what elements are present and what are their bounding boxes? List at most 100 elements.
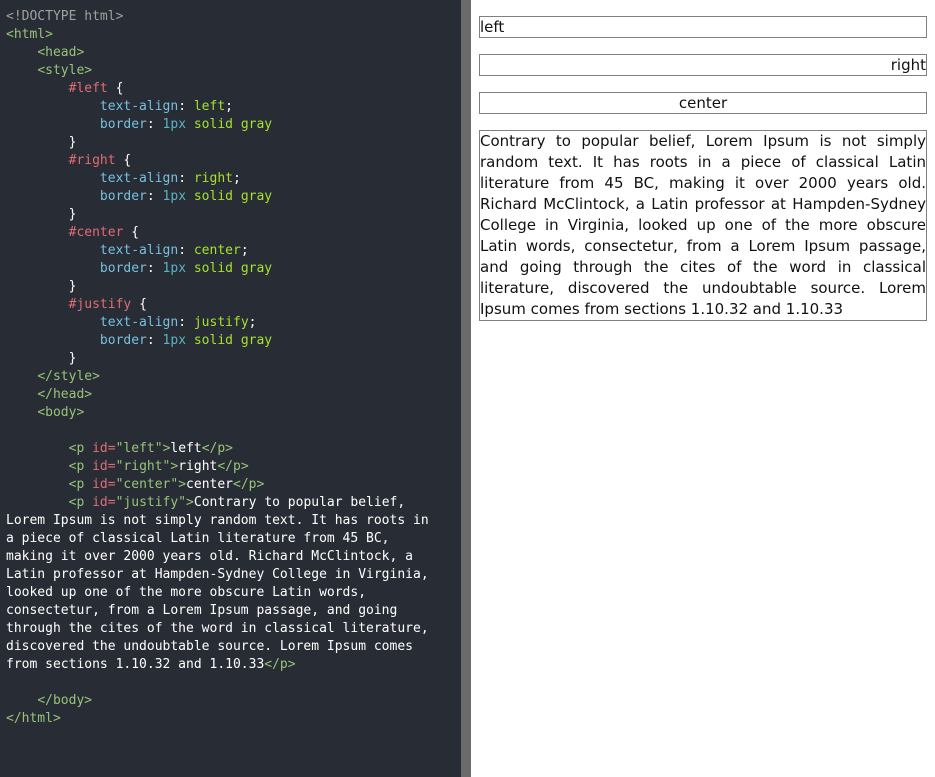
code-token: solid gray: [193, 117, 273, 132]
code-token: consectetur, from a Lorem Ipsum passage,…: [6, 603, 398, 618]
code-token: <p: [68, 441, 93, 456]
code-token: <p: [68, 477, 93, 492]
code-token: >: [178, 477, 187, 492]
code-token: Contrary to popular belief,: [193, 495, 406, 510]
code-line: #center {: [6, 224, 461, 242]
code-line: <body>: [6, 404, 461, 422]
code-line: }: [6, 134, 461, 152]
code-token: {: [123, 225, 140, 240]
code-line: text-align: center;: [6, 242, 461, 260]
code-token: <!DOCTYPE html>: [6, 9, 124, 24]
code-token: left: [193, 99, 226, 114]
code-line: making it over 2000 years old. Richard M…: [6, 548, 461, 566]
code-token: :: [178, 315, 194, 330]
code-line: </body>: [6, 692, 461, 710]
code-token: id=: [92, 495, 116, 510]
code-token: <body>: [37, 405, 85, 420]
code-token: right: [193, 171, 233, 186]
code-token: solid gray: [193, 261, 273, 276]
code-token: id=: [92, 477, 116, 492]
code-token: border: [99, 189, 147, 204]
code-token: "justify": [115, 495, 187, 510]
code-line: text-align: left;: [6, 98, 461, 116]
code-token: }: [68, 351, 77, 366]
code-token: :: [146, 333, 163, 348]
code-line: </style>: [6, 368, 461, 386]
code-line: <style>: [6, 62, 461, 80]
code-token: justify: [193, 315, 249, 330]
code-editor[interactable]: <!DOCTYPE html> <html> <head> <style> #le…: [0, 0, 461, 777]
code-line: </html>: [6, 710, 461, 728]
app-window: <!DOCTYPE html> <html> <head> <style> #le…: [0, 0, 935, 777]
code-token: solid gray: [193, 189, 273, 204]
code-token: #justify: [68, 297, 132, 312]
code-token: </p>: [233, 477, 265, 492]
code-token: ;: [248, 315, 257, 330]
code-token: border: [99, 261, 147, 276]
code-token: 1px: [162, 189, 187, 204]
code-token: 1px: [162, 333, 187, 348]
code-token: </head>: [37, 387, 93, 402]
code-token: </p>: [264, 657, 296, 672]
code-token: ;: [233, 171, 241, 186]
code-line: #right {: [6, 152, 461, 170]
code-token: text-align: [99, 99, 179, 114]
code-line: through the cites of the word in classic…: [6, 620, 461, 638]
code-token: }: [68, 135, 77, 150]
code-token: #center: [68, 225, 124, 240]
code-line: <p id="left">left</p>: [6, 440, 461, 458]
code-line: <p id="right">right</p>: [6, 458, 461, 476]
code-token: left: [170, 441, 202, 456]
code-token: through the cites of the word in classic…: [6, 621, 429, 636]
code-token: "right": [115, 459, 171, 474]
code-line: }: [6, 206, 461, 224]
code-line: border: 1px solid gray: [6, 116, 461, 134]
code-token: "left": [115, 441, 163, 456]
code-token: <p: [68, 459, 93, 474]
code-token: {: [115, 153, 132, 168]
code-line: border: 1px solid gray: [6, 332, 461, 350]
code-token: id=: [92, 441, 116, 456]
code-token: center: [186, 477, 234, 492]
paragraph-center: center: [479, 92, 927, 114]
code-token: a piece of classical Latin literature fr…: [6, 531, 390, 546]
code-token: >: [186, 495, 194, 510]
code-token: #right: [68, 153, 116, 168]
code-line: <head>: [6, 44, 461, 62]
code-line: }: [6, 278, 461, 296]
code-line: Lorem Ipsum is not simply random text. I…: [6, 512, 461, 530]
code-token: 1px: [162, 261, 187, 276]
code-token: :: [146, 117, 163, 132]
code-token: </style>: [37, 369, 100, 384]
split-divider[interactable]: [461, 0, 471, 777]
code-token: <style>: [37, 63, 93, 78]
code-token: 1px: [162, 117, 187, 132]
code-line: consectetur, from a Lorem Ipsum passage,…: [6, 602, 461, 620]
code-token: {: [131, 297, 147, 312]
code-token: right: [178, 459, 218, 474]
code-line: border: 1px solid gray: [6, 260, 461, 278]
code-line: #left {: [6, 80, 461, 98]
code-line: text-align: justify;: [6, 314, 461, 332]
